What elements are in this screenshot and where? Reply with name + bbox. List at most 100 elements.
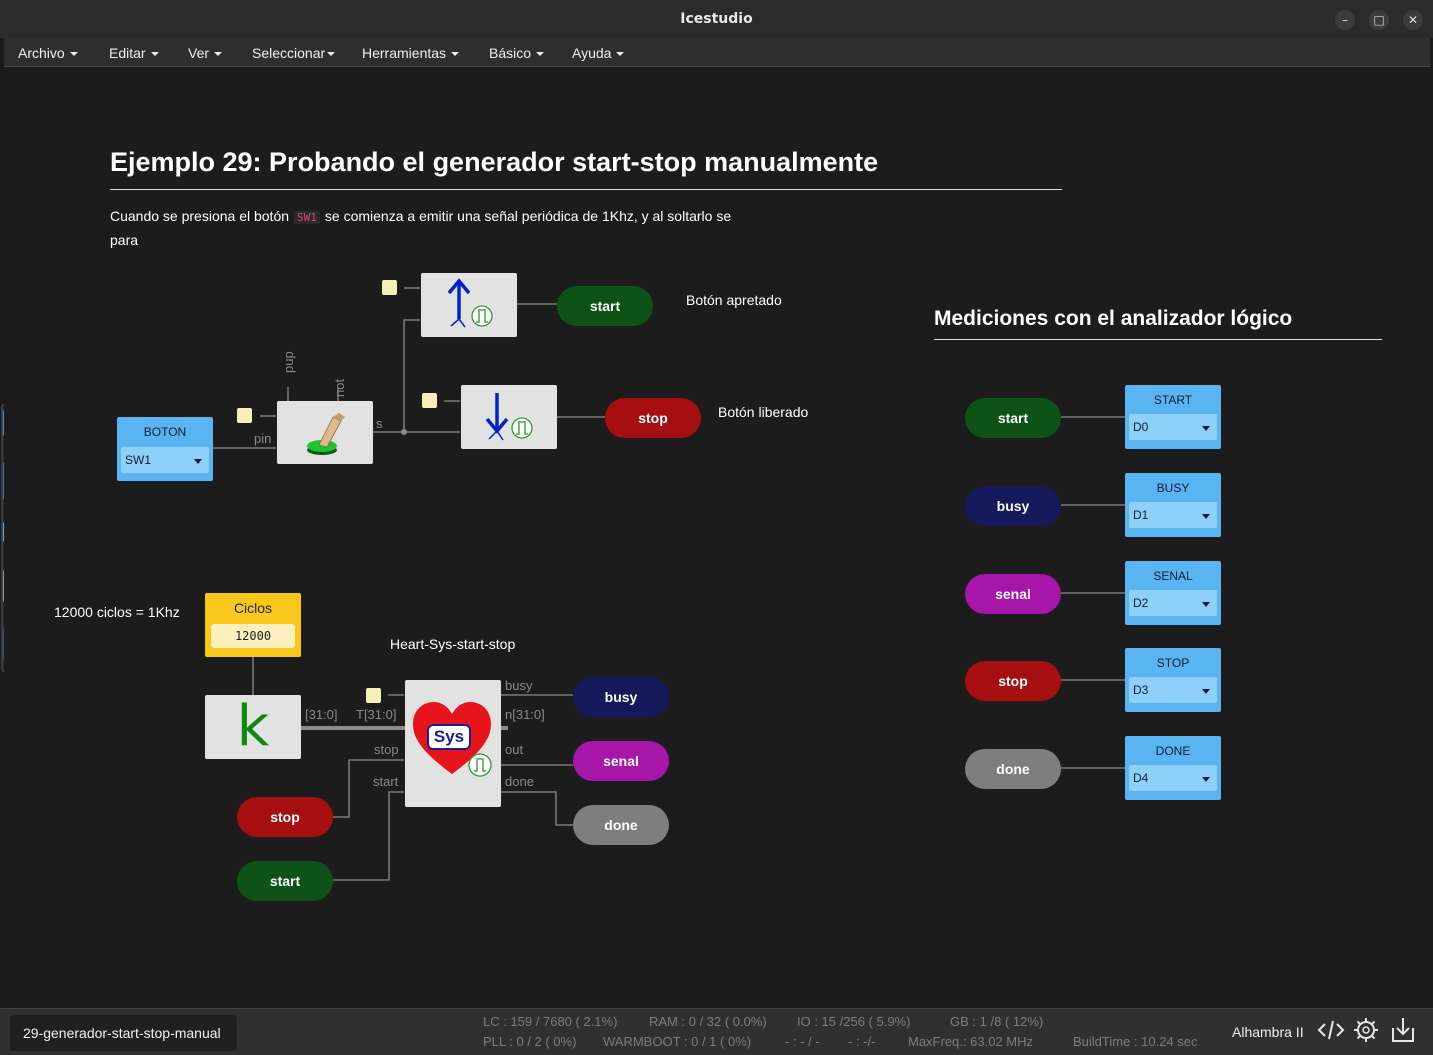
statusbar: 29-generador-start-stop-manual LC : 159 … <box>0 1008 1433 1055</box>
gear-icon[interactable] <box>1353 1017 1379 1048</box>
pin-select[interactable]: D2 <box>1129 590 1217 616</box>
pin-label-pup: pup <box>281 351 296 373</box>
label-start-input[interactable]: start <box>237 861 333 901</box>
pin-select[interactable]: D1 <box>1129 502 1217 528</box>
analyzer-label-stop[interactable]: stop <box>965 661 1061 701</box>
pin-label-s: s <box>376 416 383 431</box>
note-pressed: Botón apretado <box>686 292 782 308</box>
pin-label-stop: stop <box>374 742 399 757</box>
stat-lc: LC : 159 / 7680 ( 2.1%) <box>483 1014 618 1029</box>
block-title: BOTON <box>143 425 187 439</box>
chevron-down-icon <box>536 52 545 57</box>
analyzer-output-busy[interactable]: BUSY D1 <box>1125 473 1221 537</box>
chevron-down-icon <box>214 52 223 57</box>
pin-select[interactable]: D3 <box>1129 677 1217 703</box>
design-canvas[interactable]: Ejemplo 29: Probando el generador start-… <box>4 67 1430 1008</box>
stat-warmboot: WARMBOOT : 0 / 1 ( 0%) <box>603 1034 752 1049</box>
checkbox[interactable] <box>382 280 397 295</box>
k-label: k <box>236 694 270 759</box>
note-heart: Heart-Sys-start-stop <box>390 636 516 652</box>
menu-seleccionar[interactable]: Seleccionar <box>252 45 336 61</box>
pin-select-value: D2 <box>1133 596 1149 610</box>
pin-label-done: done <box>505 774 534 789</box>
k-constant-module[interactable]: k <box>205 695 301 759</box>
label-stop-input[interactable]: stop <box>237 797 333 837</box>
analyzer-output-done[interactable]: DONE D4 <box>1125 736 1221 800</box>
menu-label: Seleccionar <box>252 45 326 61</box>
menubar: Archivo Editar Ver Seleccionar Herramien… <box>4 38 1430 67</box>
note-released: Botón liberado <box>718 404 809 420</box>
constant-value-input[interactable]: 12000 <box>211 624 295 648</box>
minimize-button[interactable]: – <box>1335 10 1355 30</box>
checkbox[interactable] <box>422 393 437 408</box>
code-icon[interactable] <box>1317 1018 1345 1047</box>
falling-edge-icon <box>485 393 533 441</box>
label-busy[interactable]: busy <box>573 677 669 717</box>
block-title: DONE <box>1155 744 1191 758</box>
chevron-down-icon <box>1202 602 1210 607</box>
section-divider <box>934 339 1382 340</box>
pin-select[interactable]: D4 <box>1129 765 1217 791</box>
page-title: Ejemplo 29: Probando el generador start-… <box>110 147 879 177</box>
heart-sys-module[interactable]: Sys <box>405 680 501 807</box>
close-button[interactable]: ✕ <box>1403 10 1423 30</box>
file-tab[interactable]: 29-generador-start-stop-manual <box>10 1015 237 1051</box>
pin-select[interactable]: D0 <box>1129 414 1217 440</box>
stat-maxfreq: MaxFreq.: 63.02 MHz <box>908 1034 1033 1049</box>
stat-gb: GB : 1 /8 ( 12%) <box>950 1014 1044 1029</box>
menu-basico[interactable]: Básico <box>489 45 545 61</box>
analyzer-label-done[interactable]: done <box>965 749 1061 789</box>
analyzer-output-stop[interactable]: STOP D3 <box>1125 648 1221 712</box>
chevron-down-icon <box>194 459 202 464</box>
ciclos-constant-block[interactable]: Ciclos 12000 <box>205 593 301 657</box>
analyzer-output-start[interactable]: START D0 <box>1125 385 1221 449</box>
pin-label-pin: pin <box>254 431 272 446</box>
pin-select-value: D0 <box>1133 420 1149 434</box>
block-title: STOP <box>1156 656 1190 670</box>
title-divider <box>110 189 1062 190</box>
block-title: BUSY <box>1156 481 1190 495</box>
analyzer-label-senal[interactable]: senal <box>965 574 1061 614</box>
chevron-down-icon <box>327 52 336 57</box>
analyzer-output-senal[interactable]: SENAL D2 <box>1125 561 1221 625</box>
block-title: START <box>1153 393 1193 407</box>
chevron-down-icon <box>616 52 625 57</box>
label-senal[interactable]: senal <box>573 741 669 781</box>
menu-ayuda[interactable]: Ayuda <box>572 45 625 61</box>
checkbox[interactable] <box>366 688 381 703</box>
menu-ver[interactable]: Ver <box>188 45 223 61</box>
description-paragraph: Cuando se presiona el botón SW1 se comienz… <box>110 205 740 251</box>
analyzer-label-start[interactable]: start <box>965 398 1061 438</box>
menu-label: Editar <box>109 45 146 61</box>
board-selector[interactable]: Alhambra II <box>1232 1024 1304 1040</box>
chevron-down-icon <box>1202 514 1210 519</box>
falling-edge-module[interactable] <box>461 385 557 449</box>
chevron-down-icon <box>1202 426 1210 431</box>
maximize-button[interactable]: □ <box>1369 10 1389 30</box>
label-done[interactable]: done <box>573 805 669 845</box>
sys-label: Sys <box>433 727 465 746</box>
menu-editar[interactable]: Editar <box>109 45 159 61</box>
menu-label: Ayuda <box>572 45 612 61</box>
menu-herramientas[interactable]: Herramientas <box>362 45 460 61</box>
button-module[interactable] <box>277 401 373 464</box>
pin-select[interactable]: SW1 <box>121 447 209 473</box>
menu-archivo[interactable]: Archivo <box>18 45 78 61</box>
pin-label-start: start <box>373 774 399 789</box>
chevron-down-icon <box>69 52 78 57</box>
stat-io: IO : 15 /256 ( 5.9%) <box>797 1014 911 1029</box>
stat-buildtime: BuildTime : 10.24 sec <box>1073 1034 1198 1049</box>
stat-dash2: - : -/- <box>848 1034 876 1049</box>
label-start-output[interactable]: start <box>557 286 653 326</box>
boton-input-block[interactable]: BOTON SW1 <box>117 417 213 481</box>
description-text: Cuando se presiona el botón <box>110 208 290 224</box>
rising-edge-module[interactable] <box>421 273 517 337</box>
checkbox[interactable] <box>237 408 252 423</box>
window-title: Icestudio <box>680 11 753 27</box>
label-stop-output[interactable]: stop <box>605 398 701 438</box>
download-icon[interactable] <box>1390 1016 1416 1049</box>
menu-label: Archivo <box>18 45 65 61</box>
pin-select-value: D1 <box>1133 508 1149 522</box>
stat-ram: RAM : 0 / 32 ( 0.0%) <box>649 1014 767 1029</box>
analyzer-label-busy[interactable]: busy <box>965 486 1061 526</box>
